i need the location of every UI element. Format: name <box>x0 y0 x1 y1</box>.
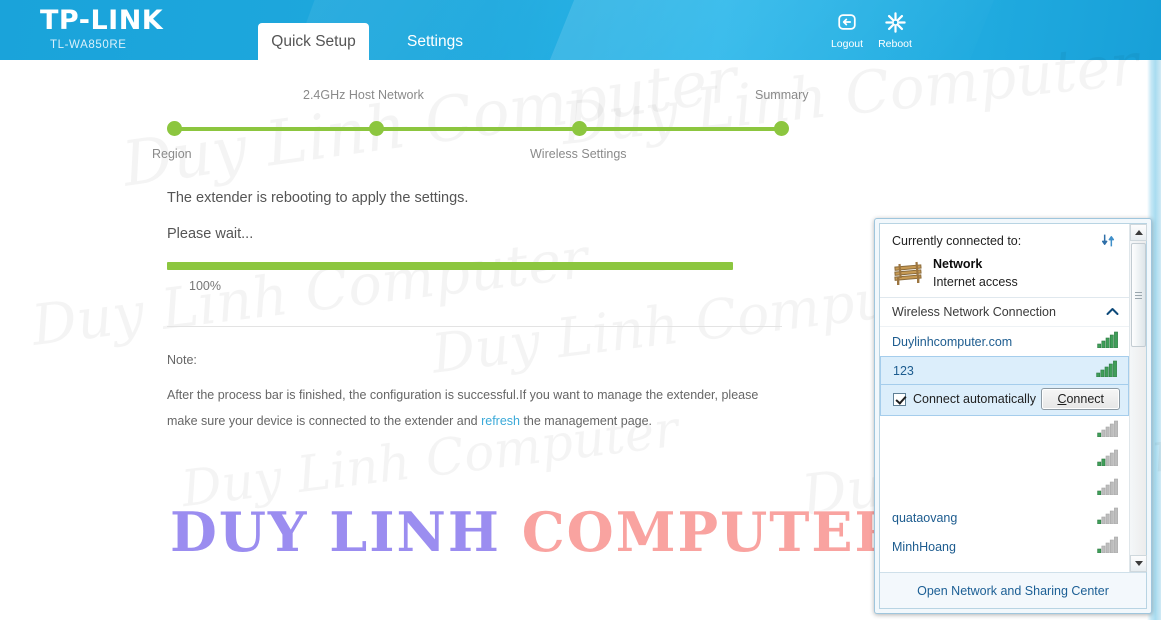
chevron-up-icon[interactable] <box>1106 305 1119 319</box>
watermark-logo: DUY LINH COMPUTER <box>170 500 901 564</box>
open-network-sharing-center-link[interactable]: Open Network and Sharing Center <box>880 572 1146 608</box>
step-label-summary: Summary <box>755 88 809 102</box>
signal-strength-icon <box>1097 330 1119 353</box>
current-network-name: Network <box>933 257 983 271</box>
logout-label: Logout <box>830 38 864 50</box>
refresh-icon[interactable] <box>1101 233 1119 253</box>
brand-block: TP-LINK TL-WA850RE <box>40 5 164 52</box>
checkbox-checked-icon[interactable] <box>893 392 906 406</box>
logout-button[interactable]: Logout <box>824 11 870 50</box>
network-ssid-label: 123 <box>893 363 914 378</box>
note-text-before: After the process bar is finished, the c… <box>167 388 759 428</box>
signal-strength-icon <box>1097 419 1119 442</box>
caret-down-icon <box>1134 561 1143 566</box>
network-row[interactable] <box>880 445 1129 474</box>
progress-bar <box>167 262 733 270</box>
network-flyout-panel: Currently connected to: Network Internet… <box>874 218 1152 614</box>
network-list-viewport: Currently connected to: Network Internet… <box>880 224 1129 572</box>
please-wait-message: Please wait... <box>167 226 254 242</box>
wireless-connection-label: Wireless Network Connection <box>892 305 1056 319</box>
content-divider <box>167 326 782 327</box>
progress-percent-label: 100% <box>189 279 221 293</box>
network-ssid-label: MinhHoang <box>892 539 956 554</box>
network-ssid-label: quataovang <box>892 510 958 525</box>
app-header: TP-LINK TL-WA850RE Quick Setup Settings … <box>0 0 1161 60</box>
step-dot-host-network[interactable] <box>369 121 384 136</box>
network-row[interactable]: Duylinhcomputer.com <box>880 327 1129 356</box>
scrollbar-thumb[interactable] <box>1131 243 1146 347</box>
watermark-duy-linh: DUY LINH <box>170 500 501 564</box>
currently-connected-label: Currently connected to: <box>892 234 1022 248</box>
network-row[interactable]: quataovang <box>880 503 1129 532</box>
header-sheen <box>529 0 1011 60</box>
network-row-selected[interactable]: 123 <box>880 356 1129 385</box>
currently-connected-section: Currently connected to: Network Internet… <box>880 224 1129 298</box>
step-dot-summary[interactable] <box>774 121 789 136</box>
caret-up-icon <box>1134 230 1143 235</box>
reboot-message: The extender is rebooting to apply the s… <box>167 190 469 206</box>
reboot-icon <box>872 11 918 35</box>
wireless-connection-section-header[interactable]: Wireless Network Connection <box>880 298 1129 327</box>
brand-model: TL-WA850RE <box>50 39 127 51</box>
refresh-link[interactable]: refresh <box>481 414 520 428</box>
connect-automatically-label: Connect automatically <box>913 392 1036 406</box>
main-content: The extender is rebooting to apply the s… <box>167 190 782 434</box>
setup-stepper: Region 2.4GHz Host Network Wireless Sett… <box>0 88 960 166</box>
network-list: Duylinhcomputer.com 123 Connect automatica… <box>880 327 1129 561</box>
scroll-down-button[interactable] <box>1130 555 1147 572</box>
reboot-button[interactable]: Reboot <box>872 11 918 50</box>
network-list-scrollbar[interactable] <box>1129 224 1147 572</box>
signal-strength-icon <box>1097 506 1119 529</box>
note-title: Note: <box>167 353 197 367</box>
scroll-up-button[interactable] <box>1130 224 1147 241</box>
logout-icon <box>824 11 870 35</box>
signal-strength-icon <box>1097 448 1119 471</box>
network-ssid-label: Duylinhcomputer.com <box>892 334 1013 349</box>
network-row[interactable] <box>880 416 1129 445</box>
brand-name: TP-LINK <box>40 5 164 36</box>
step-dot-region[interactable] <box>167 121 182 136</box>
network-row[interactable]: MinhHoang <box>880 532 1129 561</box>
note-body: After the process bar is finished, the c… <box>167 382 767 434</box>
step-label-region: Region <box>152 147 192 161</box>
current-network-row: Network Internet access <box>892 255 1117 291</box>
connect-button[interactable]: Connect <box>1041 388 1120 410</box>
signal-strength-icon <box>1096 359 1118 382</box>
current-network-text: Network Internet access <box>933 255 1018 291</box>
bench-network-icon <box>892 260 924 286</box>
step-dot-wireless-settings[interactable] <box>572 121 587 136</box>
scrollbar-grip-icon <box>1135 290 1142 301</box>
current-network-status: Internet access <box>933 275 1018 289</box>
progress-bar-fill <box>167 262 733 270</box>
step-label-host-network: 2.4GHz Host Network <box>303 88 424 102</box>
note-text-after: the management page. <box>519 414 653 428</box>
step-label-wireless-settings: Wireless Settings <box>530 147 627 161</box>
reboot-label: Reboot <box>878 38 912 50</box>
signal-strength-icon <box>1097 477 1119 500</box>
stepper-track <box>174 127 781 131</box>
watermark-computer: COMPUTER <box>521 500 902 564</box>
signal-strength-icon <box>1097 535 1119 558</box>
tab-quick-setup[interactable]: Quick Setup <box>258 23 369 60</box>
screen: TP-LINK TL-WA850RE Quick Setup Settings … <box>0 0 1161 620</box>
network-row[interactable] <box>880 474 1129 503</box>
network-flyout-inner: Currently connected to: Network Internet… <box>879 223 1147 609</box>
connect-automatically-checkbox[interactable]: Connect automatically <box>893 392 1036 406</box>
connect-action-bar: Connect automatically Connect <box>880 385 1129 416</box>
tab-settings[interactable]: Settings <box>380 23 490 60</box>
